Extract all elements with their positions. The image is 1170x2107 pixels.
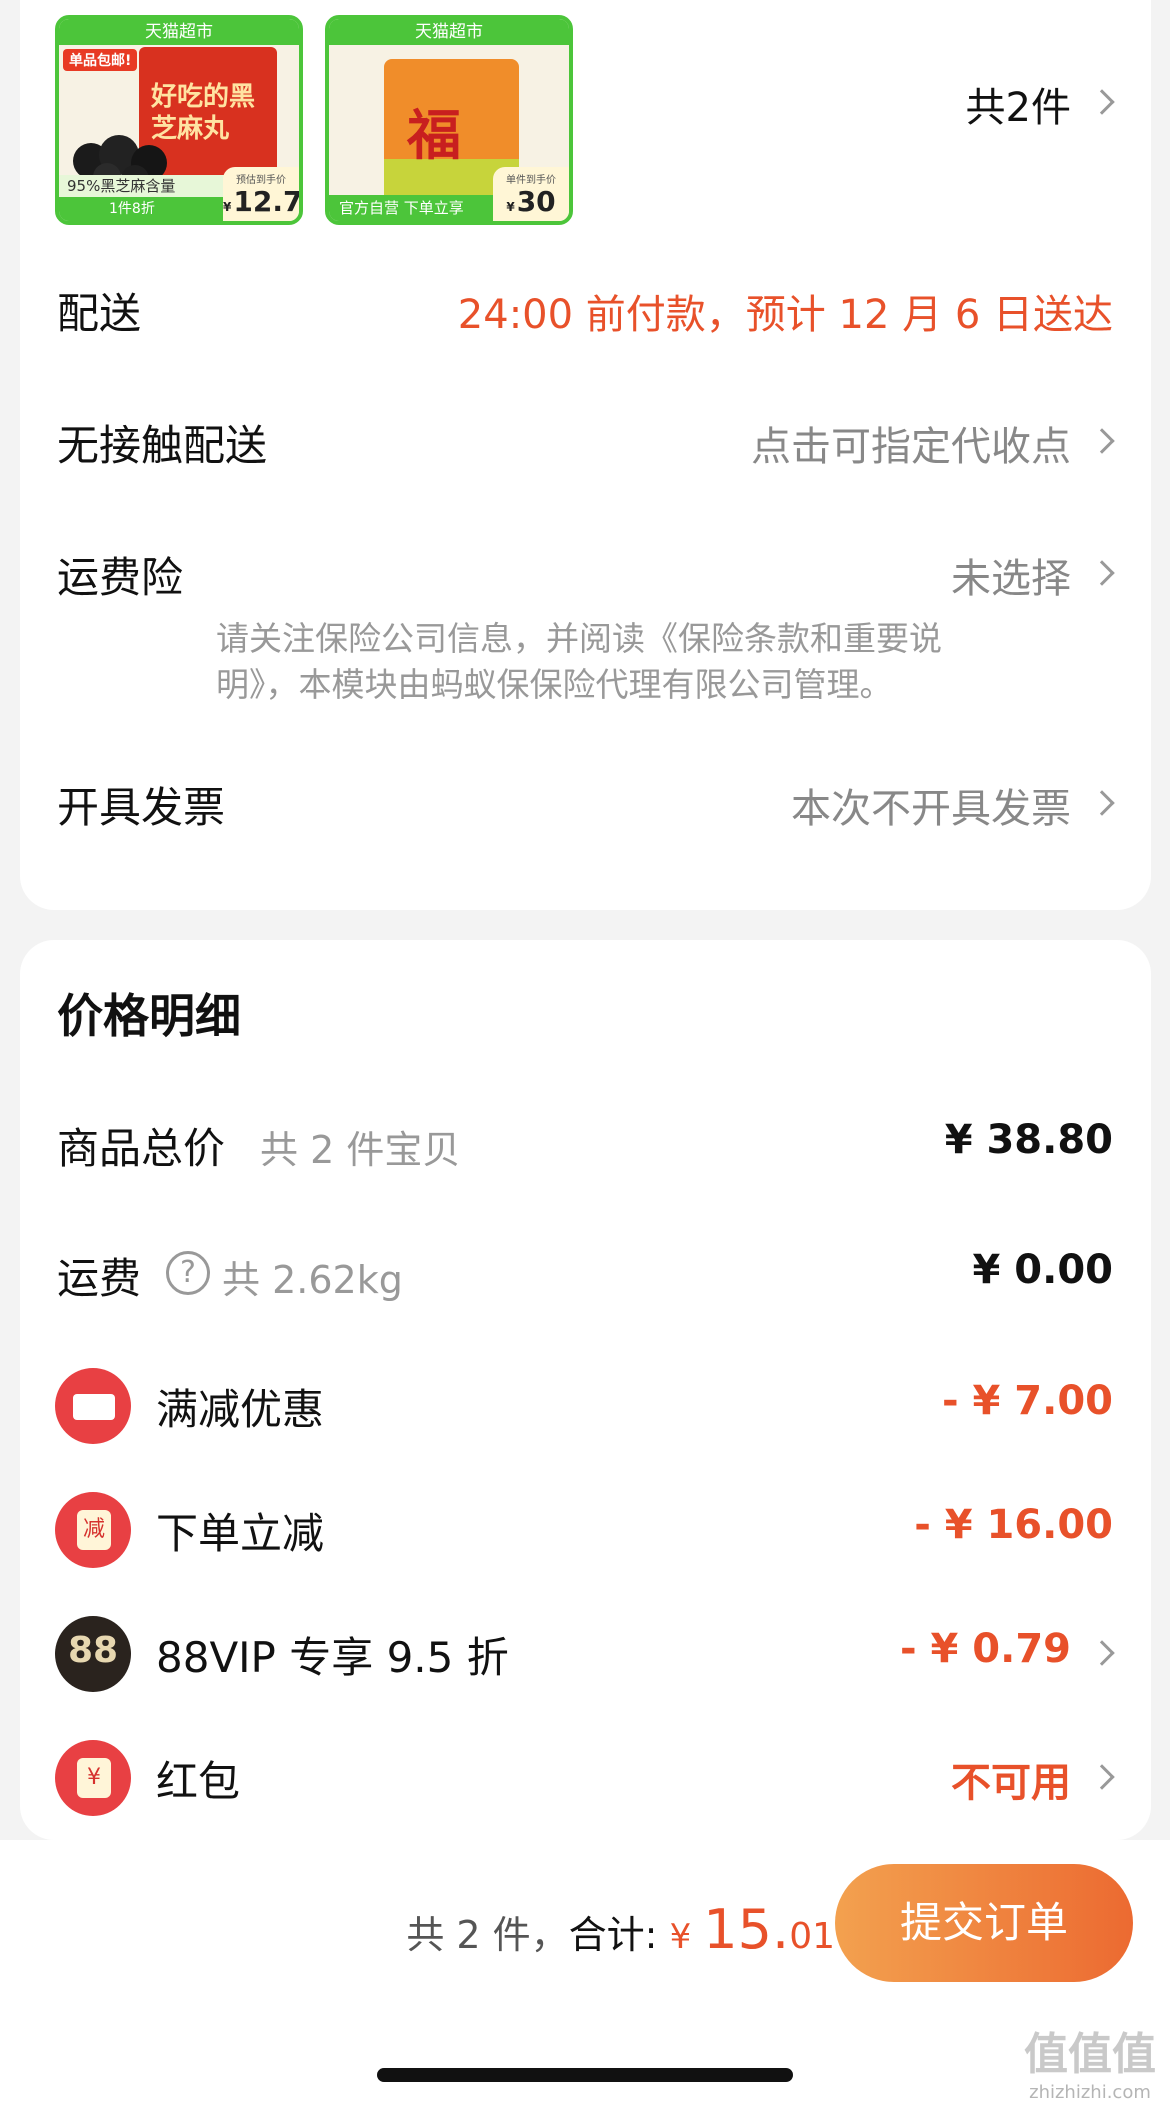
full-reduction-label: 满减优惠 [156,1385,325,1434]
chevron-right-icon [1089,790,1115,816]
chevron-right-icon [1089,1640,1115,1666]
free-shipping-tag: 单品包邮! [63,49,138,71]
shipping-insurance-value: 未选择 [951,556,1071,602]
chevron-right-icon [1089,428,1115,454]
total-integer: 15. [703,1898,790,1961]
delivery-row: 配送 24:00 前付款，预计 12 月 6 日送达 [20,280,1151,340]
red-packet-row[interactable]: ¥ 红包 不可用 [20,1740,1151,1816]
total-decimal: 01 [789,1916,835,1957]
full-reduction-row: 满减优惠 - ¥ 7.00 [20,1368,1151,1444]
shipping-insurance-row[interactable]: 运费险 未选择 [20,544,1151,604]
order-info-card: 天猫超市 好吃的黑芝麻丸 单品包邮! 95%黑芝麻含量 1件8折 预估到手价 ¥… [20,0,1151,910]
price-label: 单件到手价 [506,175,556,186]
price-value: ¥12.7 [223,185,303,218]
price-detail-title: 价格明细 [57,989,241,1043]
price-detail-card: 价格明细 商品总价 共 2 件宝贝 ¥ 38.80 运费 ? 共 2.62kg … [20,940,1151,1840]
home-indicator[interactable] [377,2068,793,2082]
tmall-supermarket-ribbon: 天猫超市 [59,19,299,45]
estimated-price-box: 预估到手价 ¥12.7 [223,167,299,221]
shipping-fee-value: ¥ 0.00 [972,1247,1113,1293]
insurance-note: 请关注保险公司信息，并阅读《保险条款和重要说 明》，本模块由蚂蚁保保险代理有限公… [216,616,1051,708]
promo-line-1: 95%黑芝麻含量 [59,175,227,197]
coupon-ticket-icon [55,1368,131,1444]
insurance-note-line-1: 请关注保险公司信息，并阅读《保险条款和重要说 [216,619,942,658]
promo-line-2: 1件8折 [109,201,155,217]
shipping-insurance-label: 运费险 [57,553,184,602]
price-label: 预估到手价 [236,175,286,186]
goods-total-count: 共 2 件宝贝 [260,1128,461,1172]
checkout-footer: 共 2 件，合计: ¥ 15.01 提交订单 值值值 zhizhizhi.com [0,1840,1170,2107]
red-packet-label: 红包 [156,1757,241,1806]
watermark-logo: 值值值 [1024,2029,1156,2080]
contactless-value: 点击可指定代收点 [751,424,1071,470]
tmall-supermarket-ribbon: 天猫超市 [329,19,569,45]
order-discount-label: 下单立减 [156,1509,325,1558]
help-icon[interactable]: ? [166,1251,210,1295]
chevron-right-icon [1089,1764,1115,1790]
contactless-delivery-row[interactable]: 无接触配送 点击可指定代收点 [20,412,1151,472]
total-label: 合计: [568,1913,658,1957]
goods-total-row: 商品总价 共 2 件宝贝 ¥ 38.80 [20,1115,1151,1175]
watermark-url: zhizhizhi.com [1029,2082,1151,2103]
chevron-right-icon [1089,89,1115,115]
item-count-text: 共 2 件， [406,1913,569,1957]
order-discount-row: 减 下单立减 - ¥ 16.00 [20,1492,1151,1568]
invoice-label: 开具发票 [57,783,226,832]
chevron-right-icon [1089,560,1115,586]
shipping-weight: 共 2.62kg [222,1258,403,1302]
submit-order-button[interactable]: 提交订单 [835,1864,1133,1982]
invoice-row[interactable]: 开具发票 本次不开具发票 [20,774,1151,834]
shipping-fee-row: 运费 ? 共 2.62kg ¥ 0.00 [20,1245,1151,1305]
shipping-fee-label: 运费 [57,1254,142,1303]
delivery-estimate: 24:00 前付款，预计 12 月 6 日送达 [457,292,1113,338]
vip-discount-value: - ¥ 0.79 [900,1626,1071,1672]
order-discount-value: - ¥ 16.00 [914,1502,1113,1548]
goods-total-label: 商品总价 [57,1124,226,1173]
invoice-value: 本次不开具发票 [791,786,1071,832]
product-promo-strip: 95%黑芝麻含量 1件8折 [59,175,227,221]
total-currency: ¥ [669,1917,692,1957]
discount-badge-icon: 减 [55,1492,131,1568]
vip-88-icon: 88 [55,1616,131,1692]
item-count-row[interactable]: 共2件 [20,75,1151,135]
order-total-summary: 共 2 件，合计: ¥ 15.01 [406,1898,835,1961]
contactless-label: 无接触配送 [57,421,268,470]
full-reduction-value: - ¥ 7.00 [942,1378,1113,1424]
goods-total-value: ¥ 38.80 [944,1117,1113,1163]
item-count: 共2件 [965,85,1071,131]
vip-discount-row[interactable]: 88 88VIP 专享 9.5 折 - ¥ 0.79 [20,1616,1151,1692]
red-packet-value: 不可用 [951,1760,1071,1806]
insurance-note-line-2: 明》，本模块由蚂蚁保保险代理有限公司管理。 [216,665,893,704]
product-promo-strip: 官方自营 下单立享 [329,195,497,221]
delivery-label: 配送 [57,289,142,338]
red-packet-icon: ¥ [55,1740,131,1816]
price-value: ¥30 [506,185,556,218]
estimated-price-box: 单件到手价 ¥30 [493,167,569,221]
vip-discount-label: 88VIP 专享 9.5 折 [156,1633,509,1682]
watermark: 值值值 zhizhizhi.com [1024,2018,1156,2103]
